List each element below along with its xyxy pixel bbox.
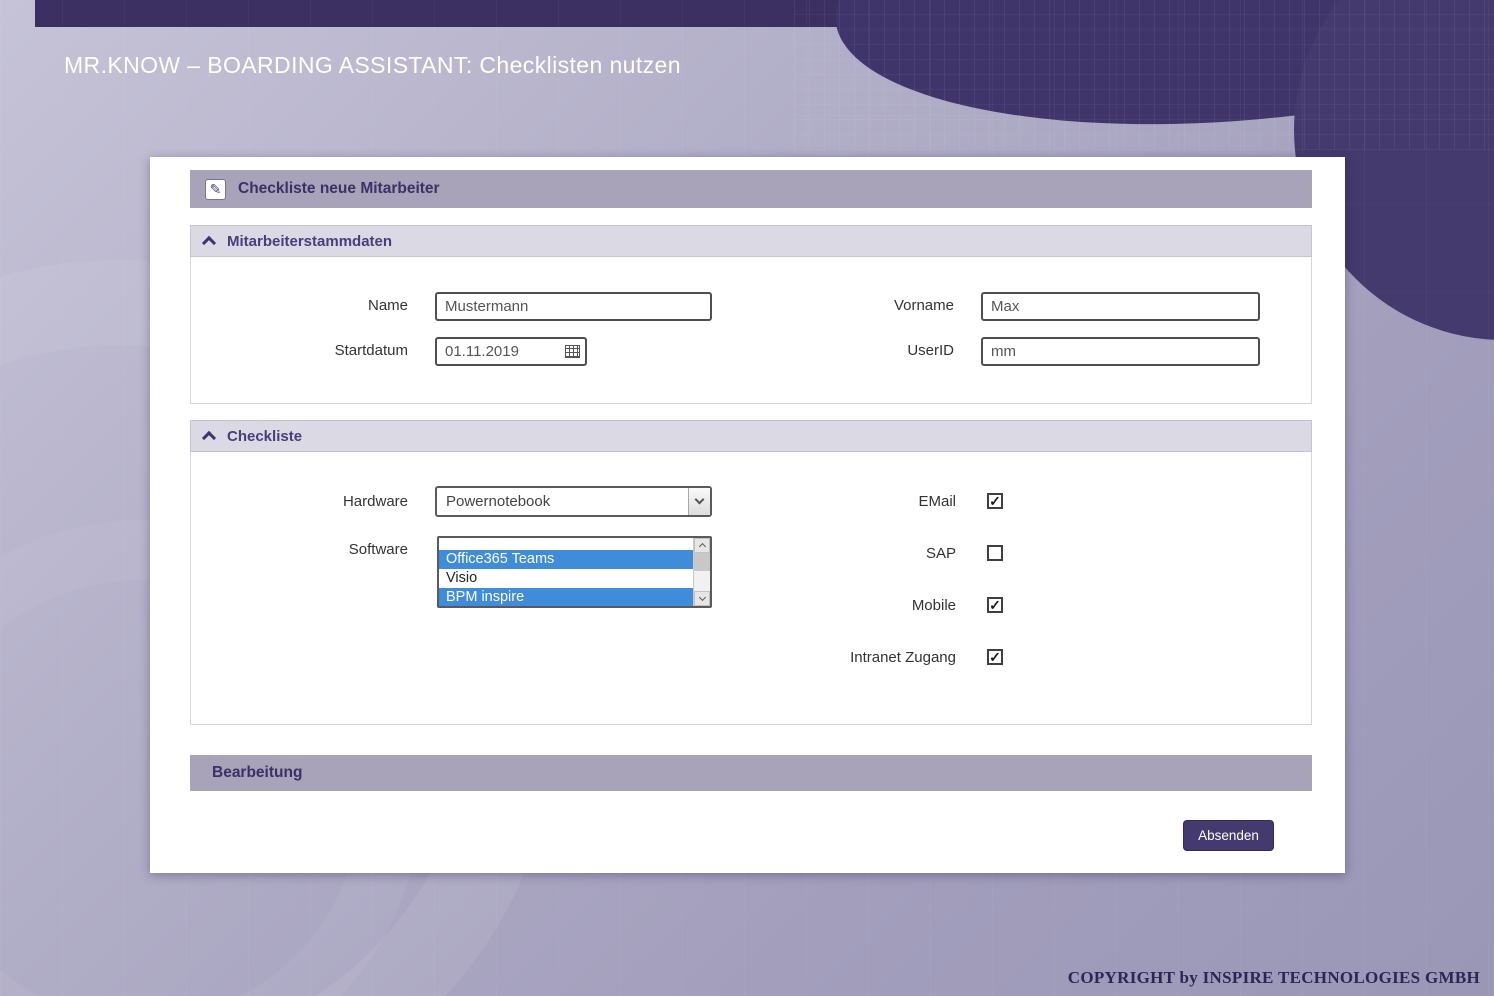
- name-input[interactable]: [435, 292, 712, 321]
- section-stammdaten: Mitarbeiterstammdaten Name Vorname Start…: [190, 225, 1312, 404]
- checkbox-label: Intranet Zugang: [850, 648, 956, 666]
- bearbeitung-title: Bearbeitung: [212, 764, 303, 781]
- checkbox-column: EMail ✓ SAP Mobile ✓ Intranet Zugang ✓: [673, 492, 1003, 700]
- email-checkbox[interactable]: ✓: [987, 493, 1003, 509]
- software-label: Software: [348, 541, 408, 558]
- checkbox-label: Mobile: [911, 596, 956, 614]
- software-listbox-options: Office365 Teams Visio BPM inspire: [439, 538, 693, 606]
- checkbox-row: Intranet Zugang ✓: [673, 648, 1003, 666]
- checkbox-label: SAP: [925, 544, 956, 562]
- section-header-checkliste[interactable]: Checkliste: [190, 420, 1312, 452]
- mobile-checkbox[interactable]: ✓: [987, 597, 1003, 613]
- slide: MR.KNOW – BOARDING ASSISTANT: Checkliste…: [0, 0, 1494, 996]
- checkbox-label: EMail: [918, 492, 956, 510]
- hardware-select-value: Powernotebook: [446, 493, 551, 510]
- form-header-bar: ✎ Checkliste neue Mitarbeiter: [190, 170, 1312, 208]
- hardware-label: Hardware: [342, 493, 408, 510]
- chevron-up-icon: [201, 235, 217, 251]
- section-header-stammdaten[interactable]: Mitarbeiterstammdaten: [190, 225, 1312, 257]
- section-title-checkliste: Checkliste: [227, 427, 303, 445]
- startdatum-label: Startdatum: [334, 342, 408, 359]
- section-title-stammdaten: Mitarbeiterstammdaten: [227, 232, 393, 250]
- software-option[interactable]: Office365 Teams: [439, 550, 693, 569]
- checkbox-row: SAP: [673, 544, 1003, 562]
- calendar-icon[interactable]: [565, 345, 580, 358]
- userid-label: UserID: [907, 342, 954, 359]
- form-panel: ✎ Checkliste neue Mitarbeiter Mitarbeite…: [150, 157, 1345, 873]
- hardware-select[interactable]: Powernotebook: [435, 486, 712, 517]
- userid-input[interactable]: [981, 337, 1260, 366]
- copyright-text: COPYRIGHT by INSPIRE TECHNOLOGIES GMBH: [1067, 968, 1480, 987]
- vorname-label: Vorname: [893, 297, 954, 314]
- software-option[interactable]: Visio: [439, 569, 693, 588]
- absenden-button[interactable]: Absenden: [1183, 820, 1274, 851]
- document-edit-icon: ✎: [205, 178, 226, 200]
- sap-checkbox[interactable]: [987, 545, 1003, 561]
- name-label: Name: [367, 297, 408, 314]
- section-checkliste: Checkliste Hardware Powernotebook Softwa…: [190, 420, 1312, 725]
- slide-title: MR.KNOW – BOARDING ASSISTANT: Checkliste…: [64, 52, 681, 78]
- form-title: Checkliste neue Mitarbeiter: [238, 180, 440, 197]
- section-body-stammdaten: Name Vorname Startdatum UserID: [190, 257, 1312, 404]
- checkbox-row: EMail ✓: [673, 492, 1003, 510]
- software-listbox[interactable]: Office365 Teams Visio BPM inspire: [437, 536, 712, 608]
- checkbox-row: Mobile ✓: [673, 596, 1003, 614]
- intranet-zugang-checkbox[interactable]: ✓: [987, 649, 1003, 665]
- bearbeitung-bar: Bearbeitung: [190, 755, 1312, 791]
- section-body-checkliste: Hardware Powernotebook Software Office36…: [190, 452, 1312, 725]
- chevron-up-icon: [201, 430, 217, 446]
- software-option[interactable]: BPM inspire: [439, 588, 693, 606]
- vorname-input[interactable]: [981, 292, 1260, 321]
